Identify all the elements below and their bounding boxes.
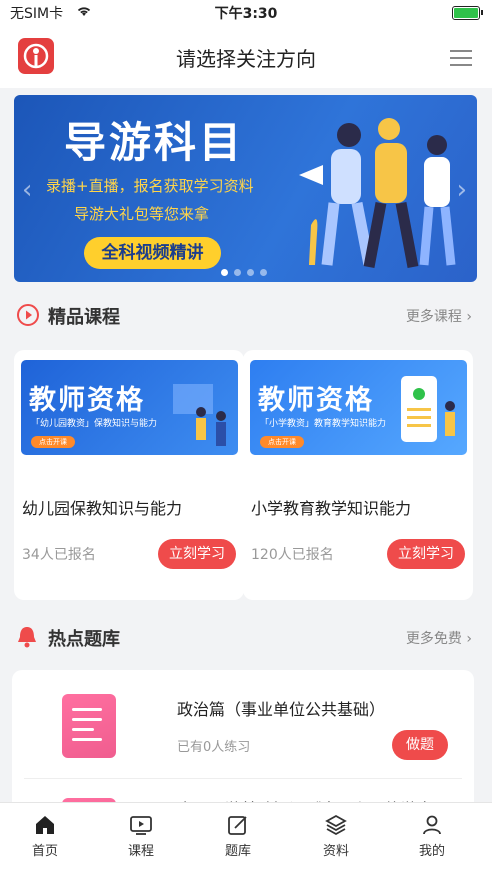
- courses-header: 精品课程 更多课程 ›: [14, 299, 484, 331]
- practice-button[interactable]: 做题: [392, 730, 448, 760]
- course-thumbnail: 教师资格 「幼儿园教资」保教知识与能力 点击开课: [21, 360, 238, 455]
- tab-mine[interactable]: 我的: [397, 813, 467, 859]
- thumb-button: 点击开课: [31, 436, 75, 448]
- more-courses-label: 更多课程: [405, 309, 462, 325]
- thumb-subtitle: 「小学教资」教育教学知识能力: [260, 419, 387, 429]
- carousel-dot[interactable]: [234, 269, 241, 276]
- tab-materials[interactable]: 资料: [301, 813, 371, 859]
- prev-arrow-icon[interactable]: ‹: [22, 175, 32, 205]
- tab-label: 首页: [31, 844, 58, 859]
- questions-title: 热点题库: [48, 629, 120, 650]
- navbar: 请选择关注方向: [0, 24, 492, 88]
- thumb-button: 点击开课: [260, 436, 304, 448]
- questions-header: 热点题库 更多免费 ›: [14, 621, 484, 653]
- more-courses-link[interactable]: 更多课程 ›: [406, 306, 472, 326]
- banner-title: 导游科目: [64, 118, 245, 167]
- banner-line-2: 导游大礼包等您来拿: [74, 205, 210, 223]
- battery-icon: [452, 6, 483, 20]
- bell-icon: [18, 627, 36, 648]
- question-set-title[interactable]: 政治篇（事业单位公共基础）: [177, 696, 385, 720]
- home-icon: [36, 816, 54, 834]
- course-name: 幼儿园保教知识与能力: [22, 499, 183, 518]
- user-icon: [423, 815, 441, 835]
- course-name: 小学教育教学知识能力: [251, 499, 412, 518]
- enroll-count: 120人已报名: [251, 547, 334, 563]
- menu-icon[interactable]: [450, 50, 472, 66]
- edit-icon: [228, 816, 247, 835]
- carousel-dot[interactable]: [221, 269, 228, 276]
- thumb-title: 教师资格: [29, 385, 145, 416]
- layers-icon: [325, 814, 347, 836]
- enroll-count: 34人已报名: [22, 547, 96, 563]
- courses-title: 精品课程: [48, 307, 120, 328]
- banner-button[interactable]: 全科视频精讲: [84, 237, 221, 269]
- course-card[interactable]: 教师资格 「小学教资」教育教学知识能力 点击开课 小学教育教学知识能力 120人…: [243, 350, 473, 600]
- page-title[interactable]: 请选择关注方向: [0, 43, 492, 72]
- tab-label: 题库: [224, 844, 251, 859]
- course-card[interactable]: 教师资格 「幼儿园教资」保教知识与能力 点击开课 幼儿园保教知识与能力 34人已…: [14, 350, 244, 600]
- tab-label: 课程: [127, 844, 154, 859]
- status-bar: 无SIM卡 下午3:30: [0, 0, 492, 24]
- thumb-title: 教师资格: [258, 385, 374, 416]
- tv-icon: [130, 816, 152, 835]
- tab-question-bank[interactable]: 题库: [203, 813, 273, 859]
- chevron-right-icon: ›: [466, 631, 472, 647]
- carousel-dot[interactable]: [247, 269, 254, 276]
- teachers-illustration: [173, 384, 226, 446]
- learn-now-button[interactable]: 立刻学习: [387, 539, 465, 569]
- promo-banner[interactable]: 导游科目 录播+直播，报名获取学习资料 导游大礼包等您来拿 全科视频精讲 ‹ ›: [14, 95, 477, 282]
- document-icon: [62, 694, 116, 758]
- phone-illustration: [401, 376, 455, 442]
- thumb-subtitle: 「幼儿园教资」保教知识与能力: [31, 419, 158, 429]
- play-circle-icon: [17, 304, 39, 326]
- next-arrow-icon[interactable]: ›: [457, 175, 467, 205]
- more-free-link[interactable]: 更多免费 ›: [406, 628, 472, 648]
- course-thumbnail: 教师资格 「小学教资」教育教学知识能力 点击开课: [250, 360, 467, 455]
- practice-count: 已有0人练习: [177, 740, 251, 755]
- tab-bar: 首页 课程 题库 资料 我的: [0, 802, 492, 876]
- banner-line-1: 录播+直播，报名获取学习资料: [46, 177, 254, 195]
- tab-label: 资料: [322, 844, 349, 859]
- tour-guides-illustration: [299, 118, 456, 269]
- carousel-dots: [221, 261, 273, 280]
- clock: 下午3:30: [214, 6, 278, 22]
- carousel-dot[interactable]: [260, 269, 267, 276]
- more-free-label: 更多免费: [405, 631, 462, 647]
- learn-now-button[interactable]: 立刻学习: [158, 539, 236, 569]
- divider: [24, 778, 462, 779]
- tab-label: 我的: [418, 844, 445, 859]
- chevron-right-icon: ›: [466, 309, 472, 325]
- tab-home[interactable]: 首页: [10, 813, 80, 859]
- tab-courses[interactable]: 课程: [106, 813, 176, 859]
